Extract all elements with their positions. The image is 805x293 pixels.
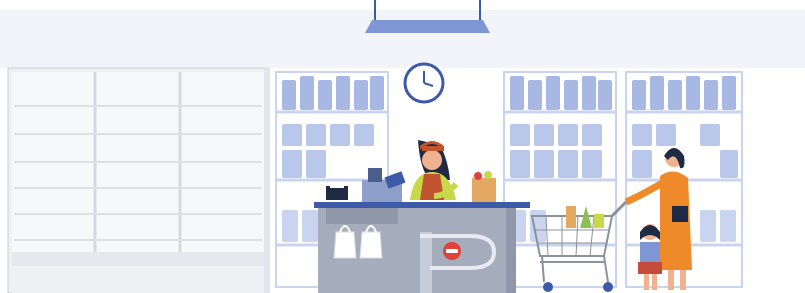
supermarket-checkout-illustration	[0, 0, 805, 293]
no-entry-sign-icon	[443, 242, 461, 260]
wall-band	[0, 10, 805, 68]
wall-clock-icon	[403, 62, 445, 104]
empty-refrigerator	[7, 67, 270, 293]
